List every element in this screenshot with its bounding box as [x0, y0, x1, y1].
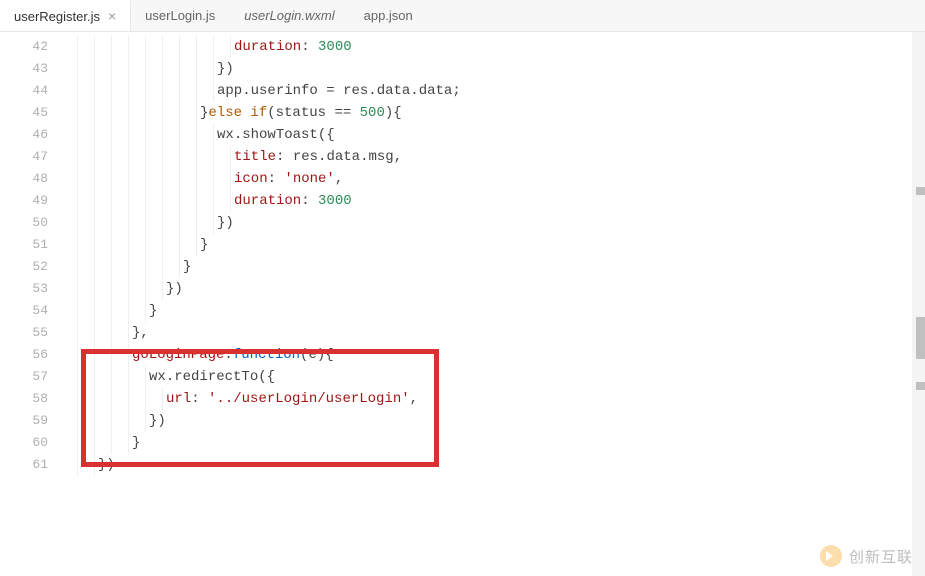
code-line: })	[60, 410, 925, 432]
tab-userLogin-wxml[interactable]: userLogin.wxml	[230, 0, 349, 31]
code-line: })	[60, 278, 925, 300]
editor-area: 4243444546474849505152535455565758596061…	[0, 32, 925, 576]
code-line: wx.redirectTo({	[60, 366, 925, 388]
line-number: 55	[0, 322, 48, 344]
line-number: 59	[0, 410, 48, 432]
tab-bar: userRegister.js × userLogin.js userLogin.wx…	[0, 0, 925, 32]
line-number: 45	[0, 102, 48, 124]
line-number: 58	[0, 388, 48, 410]
code-line: app.userinfo = res.data.data;	[60, 80, 925, 102]
line-number: 49	[0, 190, 48, 212]
line-number: 53	[0, 278, 48, 300]
code-line: duration: 3000	[60, 36, 925, 58]
code-line: }	[60, 256, 925, 278]
code-line: wx.showToast({	[60, 124, 925, 146]
close-icon[interactable]: ×	[108, 9, 116, 23]
line-number: 46	[0, 124, 48, 146]
tab-app-json[interactable]: app.json	[350, 0, 428, 31]
line-number: 47	[0, 146, 48, 168]
code-line: }	[60, 432, 925, 454]
code-line: title: res.data.msg,	[60, 146, 925, 168]
tab-userRegister-js[interactable]: userRegister.js ×	[0, 0, 131, 31]
code-line: },	[60, 322, 925, 344]
line-number: 42	[0, 36, 48, 58]
line-number: 56	[0, 344, 48, 366]
watermark: 创新互联	[819, 544, 913, 568]
minimap-block	[916, 317, 925, 359]
code-line: })	[60, 212, 925, 234]
line-number-gutter: 4243444546474849505152535455565758596061	[0, 32, 60, 576]
line-number: 50	[0, 212, 48, 234]
line-number: 54	[0, 300, 48, 322]
code-line: duration: 3000	[60, 190, 925, 212]
line-number: 44	[0, 80, 48, 102]
code-line: goLoginPage:function(e){	[60, 344, 925, 366]
code-line: }	[60, 234, 925, 256]
tab-label: app.json	[364, 8, 413, 23]
watermark-text: 创新互联	[849, 546, 913, 567]
line-number: 61	[0, 454, 48, 476]
tab-label: userLogin.wxml	[244, 8, 334, 23]
code-line: icon: 'none',	[60, 168, 925, 190]
line-number: 60	[0, 432, 48, 454]
code-line: }else if(status == 500){	[60, 102, 925, 124]
line-number: 52	[0, 256, 48, 278]
tab-userLogin-js[interactable]: userLogin.js	[131, 0, 230, 31]
scrollbar-track[interactable]	[912, 32, 925, 576]
watermark-logo-icon	[819, 544, 843, 568]
minimap-block	[916, 187, 925, 195]
tab-label: userRegister.js	[14, 9, 100, 24]
line-number: 43	[0, 58, 48, 80]
line-number: 48	[0, 168, 48, 190]
minimap-block	[916, 382, 925, 390]
code-line: }	[60, 300, 925, 322]
code-line: })	[60, 58, 925, 80]
line-number: 57	[0, 366, 48, 388]
code-line: url: '../userLogin/userLogin',	[60, 388, 925, 410]
code-line: })	[60, 454, 925, 476]
tab-label: userLogin.js	[145, 8, 215, 23]
code-content[interactable]: duration: 3000})app.userinfo = res.data.…	[60, 32, 925, 576]
line-number: 51	[0, 234, 48, 256]
